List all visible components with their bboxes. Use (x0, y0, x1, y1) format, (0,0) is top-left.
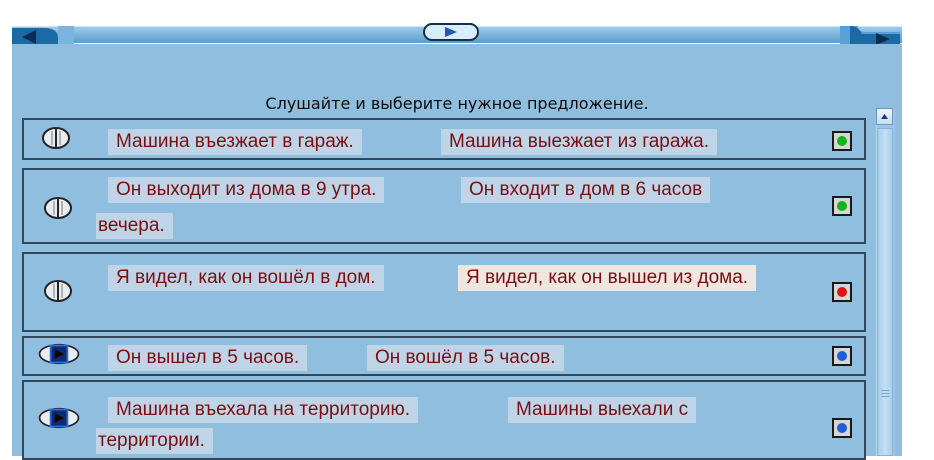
status-indicator-button[interactable] (832, 346, 852, 366)
exercise-row: Машина въехала на территорию. Машины вые… (22, 380, 866, 460)
speaker-icon[interactable] (43, 197, 73, 219)
option-b-continuation[interactable]: территории. (96, 428, 213, 454)
option-b[interactable]: Он вошёл в 5 часов. (367, 345, 564, 371)
status-indicator-button[interactable] (832, 196, 852, 216)
option-a[interactable]: Машина въезжает в гараж. (108, 129, 362, 155)
exercise-row: Я видел, как он вошёл в дом. Я видел, ка… (22, 252, 866, 332)
option-b[interactable]: Машины выехали с (508, 397, 697, 423)
option-a[interactable]: Я видел, как он вошёл в дом. (108, 265, 384, 291)
option-a[interactable]: Он выходит из дома в 9 утра. (108, 177, 385, 203)
play-audio-icon[interactable] (423, 22, 479, 42)
exercise-row: Машина въезжает в гараж. Машина выезжает… (22, 118, 866, 160)
chevron-up-icon (881, 114, 888, 119)
blue-led-icon (837, 351, 847, 361)
green-led-icon (837, 136, 847, 146)
option-a[interactable]: Машина въехала на территорию. (108, 397, 418, 423)
option-a[interactable]: Он вышел в 5 часов. (108, 345, 308, 371)
scrollbar-thumb[interactable] (877, 128, 893, 456)
speaker-icon[interactable] (43, 280, 73, 302)
exercise-row: Он выходит из дома в 9 утра. Он входит в… (22, 168, 866, 244)
next-nav-icon[interactable] (840, 20, 900, 46)
red-led-icon (837, 287, 847, 297)
scrollbar-grip (881, 393, 889, 394)
speaker-playing-icon[interactable] (34, 407, 84, 429)
status-indicator-button[interactable] (832, 131, 852, 151)
status-indicator-button[interactable] (832, 282, 852, 302)
status-indicator-button[interactable] (832, 418, 852, 438)
speaker-icon[interactable] (41, 127, 71, 149)
option-b[interactable]: Машина выезжает из гаража. (441, 129, 717, 155)
option-b-continuation[interactable]: вечера. (96, 213, 173, 239)
scrollbar-grip (881, 396, 889, 397)
stage: Слушайте и выберите нужное предложение. … (0, 0, 934, 460)
option-b[interactable]: Он входит в дом в 6 часов (461, 177, 711, 203)
exercise-row: Он вышел в 5 часов. Он вошёл в 5 часов. (22, 336, 866, 376)
scroll-up-button[interactable] (876, 108, 893, 125)
blue-led-icon (837, 423, 847, 433)
green-led-icon (837, 201, 847, 211)
scrollbar-grip (881, 390, 889, 391)
instruction-text: Слушайте и выберите нужное предложение. (265, 94, 649, 113)
option-b-selected[interactable]: Я видел, как он вышел из дома. (458, 265, 757, 291)
previous-nav-icon[interactable] (12, 20, 74, 46)
speaker-playing-icon[interactable] (34, 343, 84, 365)
